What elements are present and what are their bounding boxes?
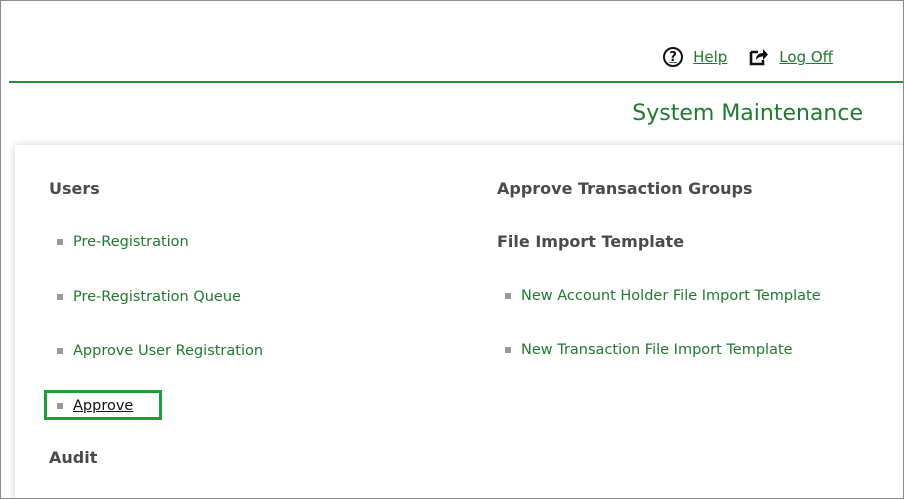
right-column: Approve Transaction Groups File Import T… [497,179,821,360]
log-off-label: Log Off [779,48,833,66]
log-off-link[interactable]: Log Off [749,48,833,66]
bullet-icon [505,293,511,299]
log-off-icon [749,49,769,66]
app-window: ? Help Log Off System Maintenance Users … [0,0,904,499]
menu-item-label: Pre-Registration [73,234,189,250]
file-import-template-heading: File Import Template [497,232,685,251]
bullet-icon [57,294,63,300]
top-bar: ? Help Log Off [9,1,903,83]
header-links: ? Help Log Off [663,47,833,67]
bullet-icon [505,347,511,353]
menu-item-pre-registration-queue[interactable]: Pre-Registration Queue [49,287,263,307]
users-heading: Users [49,179,100,198]
highlight-box [44,390,162,420]
menu-item-label: Approve User Registration [73,343,264,359]
menu-item-new-account-holder-template[interactable]: New Account Holder File Import Template [497,286,821,306]
menu-item-new-transaction-template[interactable]: New Transaction File Import Template [497,340,821,360]
menu-item-approve-user-registration[interactable]: Approve User Registration [49,341,263,361]
bullet-icon [57,239,63,245]
help-label: Help [693,48,728,66]
menu-panel: Users Pre-Registration Pre-Registration … [15,145,903,498]
menu-item-label: Pre-Registration Queue [73,289,241,305]
bullet-icon [57,348,63,354]
help-circle-icon: ? [663,47,684,67]
left-column: Users Pre-Registration Pre-Registration … [49,179,263,468]
approve-transaction-groups-heading[interactable]: Approve Transaction Groups [497,179,821,199]
help-link[interactable]: ? Help [663,47,727,67]
menu-item-label: New Transaction File Import Template [521,342,793,358]
menu-item-label: New Account Holder File Import Template [521,288,821,304]
audit-heading[interactable]: Audit [49,448,263,468]
page-title: System Maintenance [632,101,863,126]
menu-item-pre-registration[interactable]: Pre-Registration [49,232,263,252]
